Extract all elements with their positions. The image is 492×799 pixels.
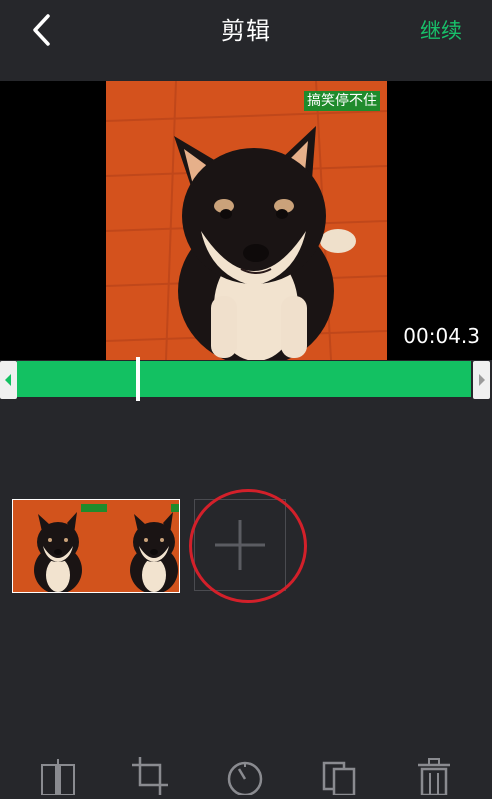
duplicate-button[interactable] [320, 755, 360, 797]
video-preview[interactable]: 00:04.3 [0, 81, 492, 360]
crop-icon [132, 757, 168, 795]
speed-button[interactable] [225, 755, 265, 797]
plus-icon [215, 520, 265, 570]
delete-button[interactable] [414, 755, 454, 797]
video-clip-thumbnail[interactable] [12, 499, 180, 593]
split-icon [41, 759, 75, 796]
caret-right-icon [479, 374, 485, 386]
video-watermark: 搞笑停不住 [304, 91, 380, 111]
bottom-toolbar [0, 755, 492, 797]
trim-start-handle[interactable] [0, 361, 17, 399]
speed-icon [227, 761, 263, 797]
video-timecode: 00:04.3 [403, 324, 480, 348]
trim-bar[interactable] [0, 357, 492, 401]
trim-end-handle[interactable] [473, 361, 490, 399]
duplicate-icon [322, 761, 356, 797]
continue-button[interactable]: 继续 [420, 0, 462, 62]
dog-video-image [106, 81, 387, 360]
chevron-left-icon [33, 14, 50, 46]
playhead[interactable] [136, 357, 140, 401]
clip-frames-image [13, 500, 179, 592]
video-frame [106, 81, 387, 360]
top-bar: 剪辑 继续 [0, 0, 492, 62]
caret-left-icon [5, 374, 11, 386]
trim-range[interactable] [17, 361, 471, 397]
back-button[interactable] [28, 12, 58, 48]
trash-icon [418, 758, 450, 797]
crop-button[interactable] [130, 755, 170, 795]
add-clip-button[interactable] [194, 499, 286, 591]
split-button[interactable] [38, 755, 78, 796]
page-title: 剪辑 [221, 17, 271, 45]
